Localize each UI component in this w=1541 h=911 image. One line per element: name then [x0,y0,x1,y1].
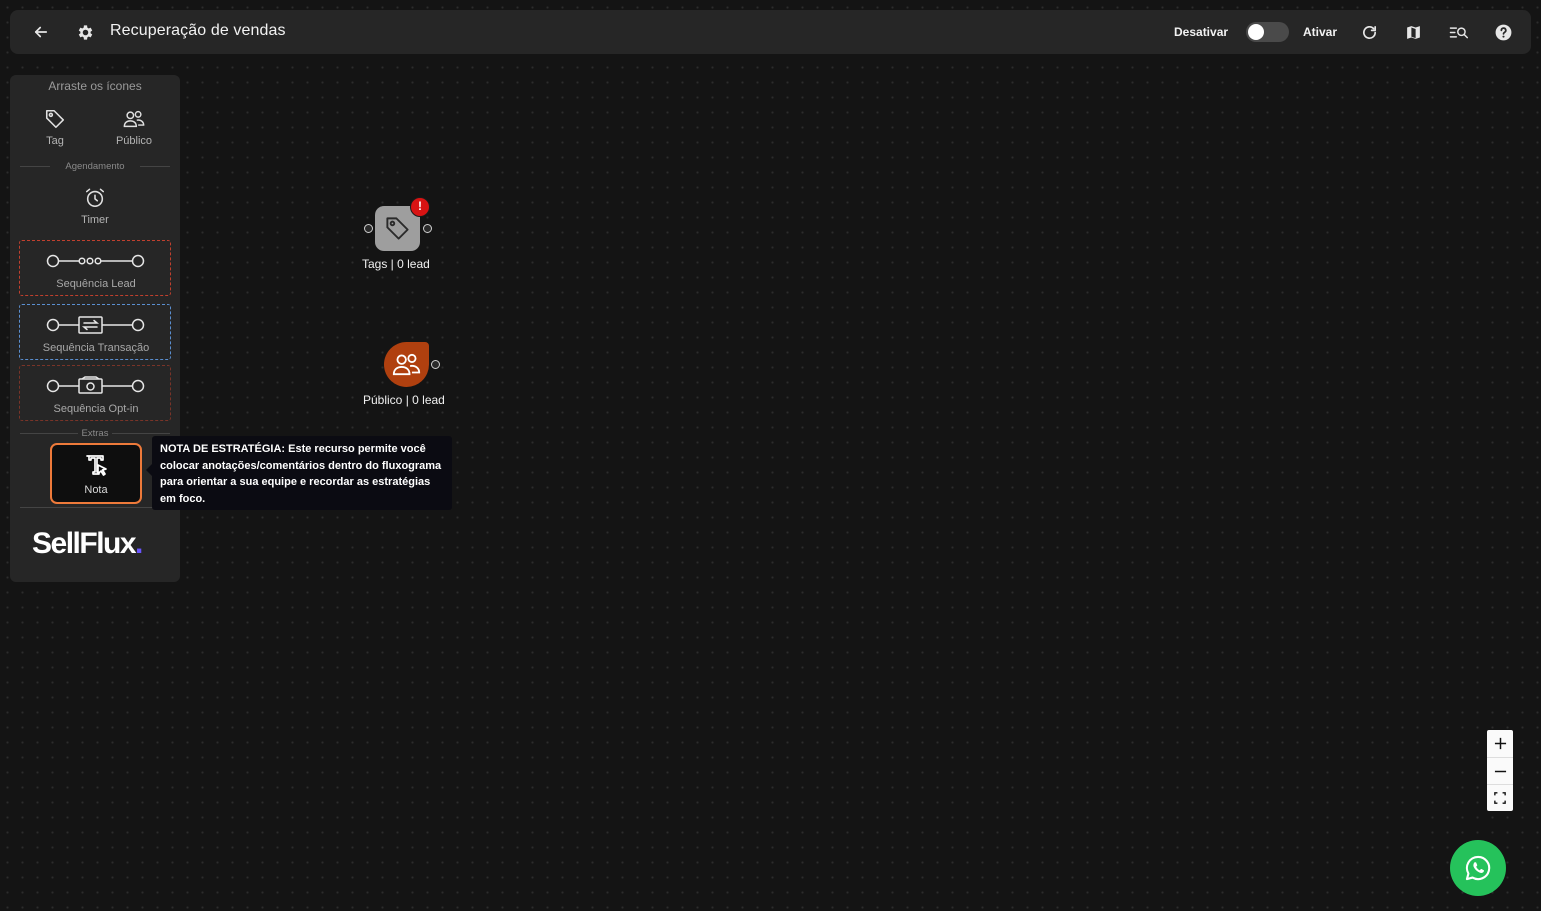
node-publico-output-port[interactable] [431,360,440,369]
nota-tooltip: NOTA DE ESTRATÉGIA: Este recurso permite… [146,436,452,510]
zoom-controls [1487,730,1513,811]
map-icon[interactable] [1402,21,1424,43]
sellflux-logo: SellFlux. [32,527,143,561]
node-tags-input-port[interactable] [364,224,373,233]
node-tags-label: Tags | 0 lead [362,257,430,271]
gear-icon[interactable] [74,21,96,43]
tag-icon [386,217,409,240]
zoom-in-button[interactable] [1487,730,1513,757]
tool-timer[interactable]: Timer [70,187,120,226]
deactivate-label[interactable]: Desativar [1174,25,1228,39]
logo-dot: . [135,527,143,560]
tool-sequencia-transacao[interactable]: Sequência Transação [19,304,171,360]
tool-nota[interactable]: Nota [50,443,142,504]
users-icon [123,110,145,134]
logo-text: SellFlux [32,527,137,560]
active-toggle[interactable] [1246,22,1289,42]
tool-timer-label: Timer [81,214,109,226]
tool-tag[interactable]: Tag [34,108,76,147]
section-extras-label: Extras [81,428,109,439]
node-tags-alert-badge: ! [410,197,430,217]
tool-publico-label: Público [115,135,153,147]
help-icon[interactable] [1492,21,1514,43]
tool-publico[interactable]: Público [108,108,160,147]
tool-tag-label: Tag [46,135,64,147]
tool-nota-label: Nota [84,484,108,496]
fit-view-button[interactable] [1487,784,1513,811]
sequence-optin-icon [46,376,145,394]
node-publico-label: Público | 0 lead [363,393,445,407]
toggle-knob [1248,24,1264,40]
arrow-left-icon[interactable] [30,21,52,43]
tool-sequencia-optin-label: Sequência Opt-in [53,403,139,415]
section-agendamento: Agendamento [20,161,170,172]
search-list-icon[interactable] [1447,21,1469,43]
node-tags-output-port[interactable] [423,224,432,233]
tool-sequencia-lead-label: Sequência Lead [56,278,136,290]
users-icon [392,353,421,376]
tool-sequencia-optin[interactable]: Sequência Opt-in [19,365,171,421]
refresh-icon[interactable] [1358,21,1380,43]
tag-icon [44,109,66,134]
page-title: Recuperação de vendas [110,22,286,39]
sequence-transaction-icon [46,316,145,334]
sequence-dots-icon [46,254,145,268]
tool-sequencia-lead[interactable]: Sequência Lead [19,240,171,296]
whatsapp-button[interactable] [1450,840,1506,896]
node-publico[interactable] [384,342,429,387]
text-cursor-icon [86,455,107,476]
sidebar-heading: Arraste os ícones [48,79,142,93]
zoom-out-button[interactable] [1487,757,1513,784]
activate-label[interactable]: Ativar [1303,25,1337,39]
fullscreen-icon [1494,792,1506,804]
alarm-clock-icon [84,188,106,213]
section-agendamento-label: Agendamento [65,161,125,172]
whatsapp-icon [1465,855,1491,881]
plus-icon [1494,737,1506,750]
divider [20,507,170,508]
tool-sequencia-transacao-label: Sequência Transação [42,342,150,354]
minus-icon [1494,770,1506,772]
top-bar: Recuperação de vendas Desativar Ativar [10,10,1531,54]
section-extras: Extras [20,428,170,439]
